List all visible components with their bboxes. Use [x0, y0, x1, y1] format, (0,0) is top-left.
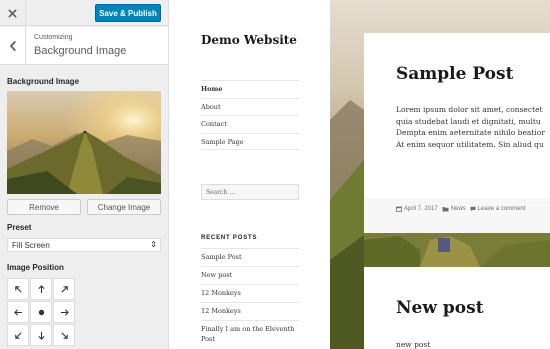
post-comment-text: Leave a comment	[477, 206, 526, 212]
site-content-area: Sample Post Lorem ipsum dolor sit amet, …	[330, 0, 550, 349]
post-meta: April 7, 2017 News Leave a comment	[396, 205, 550, 212]
post-category[interactable]: News	[442, 206, 466, 212]
position-top-right-button[interactable]	[53, 278, 75, 300]
excerpt-line: Dempta enim aeternitate nihilo beatior	[396, 128, 545, 137]
arrow-up-left-icon	[14, 285, 22, 293]
arrow-up-icon	[37, 284, 45, 293]
post-comment-link[interactable]: Leave a comment	[470, 206, 526, 212]
arrow-down-left-icon	[14, 331, 22, 339]
comment-icon	[470, 206, 476, 212]
excerpt-line: Lorem ipsum dolor sit amet, consectet	[396, 105, 543, 114]
preset-value: Fill Screen	[12, 240, 50, 250]
site-sidebar: Demo Website Home About Contact Sample P…	[170, 0, 330, 349]
position-bottom-button[interactable]	[30, 324, 52, 346]
arrow-down-right-icon	[60, 331, 68, 339]
recent-post-link[interactable]: Sample Post	[201, 248, 299, 266]
post-title[interactable]: New post	[396, 298, 484, 318]
customizer-header: Save & Publish	[0, 0, 168, 26]
close-button[interactable]	[0, 0, 26, 26]
post-title[interactable]: Sample Post	[396, 64, 513, 84]
change-image-button[interactable]: Change Image	[87, 199, 161, 215]
position-center-button[interactable]	[30, 301, 52, 323]
section-title: Background Image	[34, 45, 127, 57]
nav-item-home[interactable]: Home	[201, 80, 299, 98]
position-top-left-button[interactable]	[7, 278, 29, 300]
site-navigation: Home About Contact Sample Page	[201, 80, 299, 150]
search-input[interactable]: Search …	[201, 184, 299, 200]
mountain-photo	[7, 91, 161, 194]
nav-item-contact[interactable]: Contact	[201, 115, 299, 133]
recent-posts-heading: RECENT POSTS	[201, 235, 258, 241]
post-date-text: April 7, 2017	[404, 206, 438, 212]
post-category-text: News	[450, 206, 466, 212]
background-image-label: Background Image	[7, 77, 80, 86]
excerpt-line: quia studebat laudi et dignitati, multu	[396, 116, 541, 126]
arrow-right-icon	[60, 308, 69, 316]
center-dot-icon	[38, 309, 44, 315]
recent-post-link[interactable]: 12 Monkeys	[201, 284, 299, 302]
position-right-button[interactable]	[53, 301, 75, 323]
excerpt-line: At enim sequor utilitatem. Sin aliud qu	[396, 139, 544, 149]
post-excerpt: new post	[396, 340, 431, 349]
close-icon	[8, 9, 17, 17]
position-left-button[interactable]	[7, 301, 29, 323]
calendar-icon	[396, 206, 402, 212]
save-publish-button[interactable]: Save & Publish	[95, 4, 161, 22]
background-image-preview[interactable]	[7, 91, 161, 194]
arrow-left-icon	[13, 308, 22, 316]
chevron-left-icon	[9, 41, 16, 51]
select-arrows-icon: ⇕	[150, 240, 157, 249]
position-bottom-left-button[interactable]	[7, 324, 29, 346]
position-bottom-right-button[interactable]	[53, 324, 75, 346]
image-position-grid	[7, 278, 76, 347]
arrow-up-right-icon	[60, 285, 68, 293]
post-excerpt: Lorem ipsum dolor sit amet, consectet qu…	[396, 104, 550, 150]
preset-select[interactable]: Fill Screen ⇕	[7, 238, 161, 252]
position-top-button[interactable]	[30, 278, 52, 300]
post-card: New post new post	[364, 267, 550, 349]
image-position-label: Image Position	[7, 263, 64, 272]
recent-post-link[interactable]: 12 Monkeys	[201, 302, 299, 320]
post-meta-bar	[364, 198, 550, 233]
breadcrumb: Customizing	[34, 34, 73, 41]
nav-item-about[interactable]: About	[201, 97, 299, 116]
post-date[interactable]: April 7, 2017	[396, 206, 438, 212]
recent-post-link[interactable]: New post	[201, 266, 299, 284]
site-title[interactable]: Demo Website	[201, 33, 297, 47]
recent-posts-list: Sample Post New post 12 Monkeys 12 Monke…	[201, 248, 299, 348]
recent-post-link[interactable]: Finally I am on the Eleventh Post	[201, 320, 299, 348]
preset-label: Preset	[7, 223, 32, 232]
nav-item-sample-page[interactable]: Sample Page	[201, 132, 299, 150]
post-card: Sample Post Lorem ipsum dolor sit amet, …	[364, 33, 550, 233]
folder-icon	[442, 207, 449, 212]
customizer-panel: Save & Publish Customizing Background Im…	[0, 0, 169, 349]
back-button[interactable]	[0, 27, 26, 65]
arrow-down-icon	[37, 331, 45, 340]
remove-image-button[interactable]: Remove	[7, 199, 81, 215]
section-title-bar: Customizing Background Image	[0, 27, 168, 65]
